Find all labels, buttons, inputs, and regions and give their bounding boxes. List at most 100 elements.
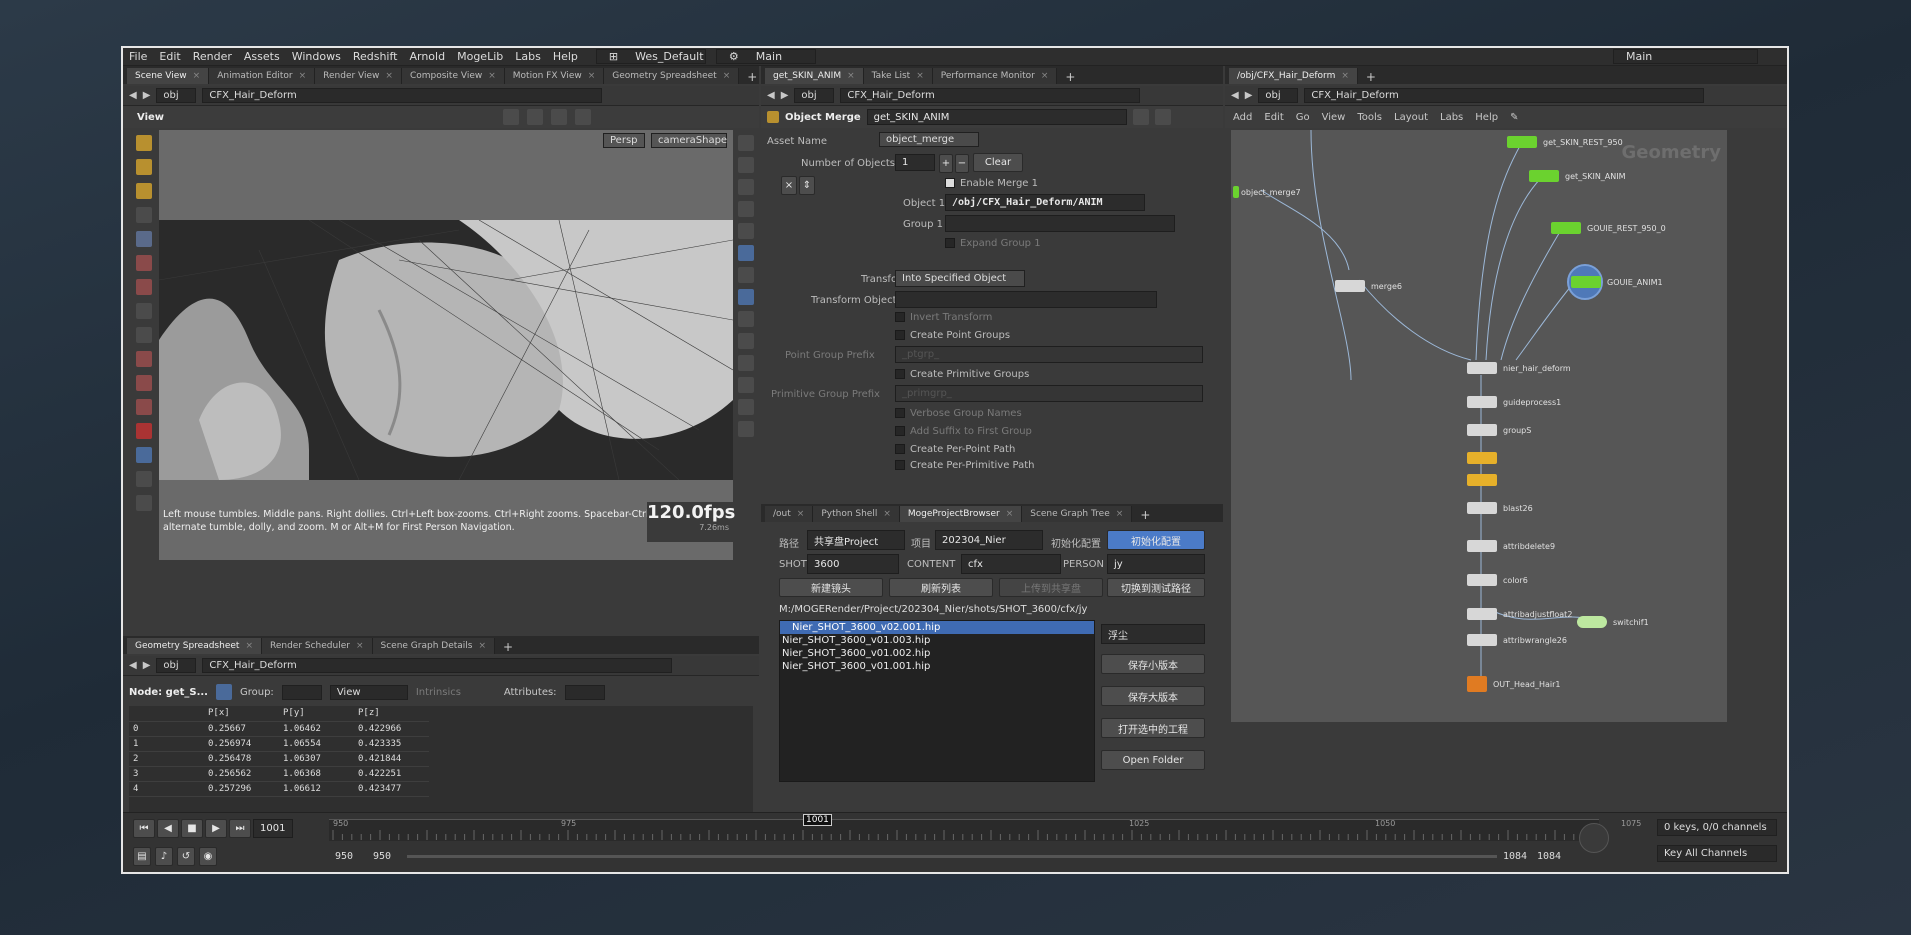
menu-mogelib[interactable]: MogeLib: [451, 50, 509, 63]
net-menu-edit[interactable]: Edit: [1264, 112, 1283, 123]
light-icon[interactable]: [738, 201, 754, 217]
note-field[interactable]: 浮尘: [1101, 624, 1205, 644]
realtime-button[interactable]: ◉: [199, 847, 217, 866]
project-field[interactable]: 202304_Nier: [935, 530, 1043, 550]
table-row[interactable]: 1 0.256974 1.06554 0.423335: [129, 736, 429, 752]
path-node[interactable]: CFX_Hair_Deform: [202, 658, 673, 673]
node-bypassed-2[interactable]: [1467, 474, 1497, 486]
open-folder-button[interactable]: Open Folder: [1101, 750, 1205, 770]
node-get-skin-rest[interactable]: [1507, 136, 1537, 148]
range-opt-button[interactable]: ▤: [133, 847, 151, 866]
add-tab-icon[interactable]: +: [1140, 508, 1150, 522]
path-obj[interactable]: obj: [156, 88, 197, 103]
move-tool-icon[interactable]: [136, 255, 152, 271]
prev-frame-button[interactable]: ◀: [157, 819, 179, 838]
keys-channels-field[interactable]: 0 keys, 0/0 channels: [1657, 819, 1777, 836]
create-primitive-groups-checkbox[interactable]: Create Primitive Groups: [895, 369, 1029, 380]
table-row[interactable]: 3 0.256562 1.06368 0.422251: [129, 766, 429, 782]
camera-tool-icon[interactable]: [136, 471, 152, 487]
net-menu-labs[interactable]: Labs: [1440, 112, 1463, 123]
stamp-icon[interactable]: [738, 377, 754, 393]
back-arrow-icon[interactable]: ◀: [129, 660, 137, 671]
group-field[interactable]: [945, 215, 1175, 232]
list-item[interactable]: Nier_SHOT_3600_v01.003.hip: [780, 634, 1094, 647]
play-button[interactable]: ▶: [205, 819, 227, 838]
person-field[interactable]: jy: [1107, 554, 1205, 574]
add-multiparm-button[interactable]: +: [939, 154, 953, 173]
remove-item-button[interactable]: ×: [781, 176, 797, 195]
table-row[interactable]: 0 0.25667 1.06462 0.422966: [129, 721, 429, 737]
tab-composite-view[interactable]: Composite View ×: [401, 68, 505, 84]
path-node[interactable]: CFX_Hair_Deform: [202, 88, 603, 103]
pose-tool-icon[interactable]: [136, 159, 152, 175]
key-wheel-icon[interactable]: [1579, 823, 1609, 853]
num-objects-field[interactable]: 1: [895, 154, 935, 171]
add-tab-icon[interactable]: +: [1065, 70, 1075, 84]
grid-tool-icon[interactable]: [136, 399, 152, 415]
edit-icon[interactable]: [738, 333, 754, 349]
list-item[interactable]: Nier_SHOT_3600_v01.001.hip: [780, 660, 1094, 673]
net-menu-add[interactable]: Add: [1233, 112, 1252, 123]
node-color6[interactable]: [1467, 574, 1497, 586]
init-config-button[interactable]: 初始化配置: [1107, 530, 1205, 550]
menu-assets[interactable]: Assets: [238, 50, 286, 63]
per-prim-path-checkbox[interactable]: Create Per-Primitive Path: [895, 460, 1035, 471]
group-field[interactable]: [281, 684, 322, 700]
first-frame-button[interactable]: ⏮: [133, 819, 155, 838]
ref-icon[interactable]: [738, 399, 754, 415]
node-bypassed-1[interactable]: [1467, 452, 1497, 464]
rotate-tool-icon[interactable]: [136, 279, 152, 295]
magnet-red-icon[interactable]: [136, 423, 152, 439]
tab-get-skin-anim[interactable]: get_SKIN_ANIM ×: [765, 68, 864, 84]
reorder-item-button[interactable]: ⇕: [799, 176, 815, 195]
attributes-field[interactable]: [564, 684, 605, 700]
tab-render-view[interactable]: Render View ×: [315, 68, 402, 84]
path-obj[interactable]: obj: [794, 88, 835, 103]
back-arrow-icon[interactable]: ◀: [767, 90, 775, 101]
help-icon[interactable]: [1154, 109, 1171, 125]
audio-button[interactable]: ♪: [155, 847, 173, 866]
forward-arrow-icon[interactable]: ▶: [1245, 90, 1253, 101]
asset-name-select[interactable]: object_merge: [879, 132, 979, 147]
upload-share-button[interactable]: 上传到共享盘: [999, 578, 1103, 597]
table-row[interactable]: 4 0.257296 1.06612 0.423477: [129, 781, 429, 797]
tab-render-scheduler[interactable]: Render Scheduler ×: [261, 638, 373, 654]
path-obj[interactable]: obj: [1258, 88, 1299, 103]
handle-tool-icon[interactable]: [136, 135, 152, 151]
frame-field[interactable]: 1001: [253, 819, 293, 838]
render-tool-icon[interactable]: [136, 495, 152, 511]
back-arrow-icon[interactable]: ◀: [129, 90, 137, 101]
view-tool-icon[interactable]: [136, 447, 152, 463]
path-node[interactable]: CFX_Hair_Deform: [1304, 88, 1705, 103]
shade-icon[interactable]: [738, 157, 754, 173]
desktop-main-select[interactable]: ⚙ Main: [715, 49, 816, 64]
desktop-select[interactable]: ⊞ Wes_Default: [595, 49, 706, 64]
node-blast26[interactable]: [1467, 502, 1497, 514]
view-select[interactable]: View: [329, 684, 408, 700]
tab-geometry-spreadsheet-2[interactable]: Geometry Spreadsheet ×: [127, 638, 262, 654]
add-tab-icon[interactable]: +: [1366, 70, 1376, 84]
save-small-version-button[interactable]: 保存小版本: [1101, 654, 1205, 674]
switch-test-path-button[interactable]: 切换到测试路径: [1107, 578, 1205, 597]
wrench-icon[interactable]: ✎: [1510, 112, 1518, 123]
brush-tool-icon[interactable]: [136, 183, 152, 199]
bulb-icon[interactable]: [738, 245, 754, 261]
new-shot-button[interactable]: 新建镜头: [779, 578, 883, 597]
lock-icon[interactable]: [738, 179, 754, 195]
arrow-tool-icon[interactable]: [136, 207, 152, 223]
magnet-tool-icon[interactable]: [136, 351, 152, 367]
per-point-path-checkbox[interactable]: Create Per-Point Path: [895, 444, 1015, 455]
menu-windows[interactable]: Windows: [286, 50, 347, 63]
node-attribadjustfloat2[interactable]: [1467, 608, 1497, 620]
enable-merge-checkbox[interactable]: Enable Merge 1: [945, 178, 1038, 189]
node-attribwrangle26[interactable]: [1467, 634, 1497, 646]
net-menu-layout[interactable]: Layout: [1394, 112, 1428, 123]
stop-button[interactable]: ■: [181, 819, 203, 838]
network-editor[interactable]: Geometry get_SKIN_REST_950 get_SKIN_ANIM…: [1231, 130, 1727, 722]
save-big-version-button[interactable]: 保存大版本: [1101, 686, 1205, 706]
path-node[interactable]: CFX_Hair_Deform: [840, 88, 1141, 103]
menu-redshift[interactable]: Redshift: [347, 50, 404, 63]
node-nier-hair-deform[interactable]: [1467, 362, 1497, 374]
add-tab-icon[interactable]: +: [747, 70, 757, 84]
back-arrow-icon[interactable]: ◀: [1231, 90, 1239, 101]
